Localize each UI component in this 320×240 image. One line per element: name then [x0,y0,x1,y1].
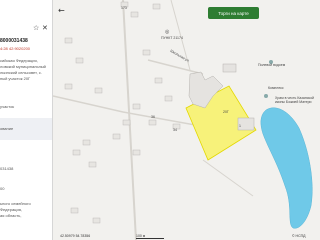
house [72,149,81,156]
estate-label: Комплекс [268,86,284,90]
poi-icon: ◎ [165,29,170,35]
star-icon[interactable]: ☆ [33,24,39,32]
address-line-4: ный участок 20Г [0,76,31,81]
house [64,37,73,44]
road [202,159,254,197]
section-code: 00 [0,186,5,191]
cadastral-number: 8000031438 [0,38,28,44]
address-line-2: ловский муниципальный [0,64,46,69]
footer-line-1: ьного семейного [0,201,31,206]
cadastral-subtitle: 4:28 42:9020200 [0,46,31,51]
parcel-label: 20Г [223,110,229,114]
address-line-3: льинский сельсовет, с. [0,70,42,75]
house [154,77,163,84]
house [64,83,73,90]
map-canvas[interactable]: 173 ПУНКТ 21174 ◎ Школьная ул. Полевой в… [53,0,320,240]
house [70,207,79,214]
info-panel: ✕ ☆ 8000031438 4:28 42:9020200 сийская Ф… [0,0,53,240]
address-line-1: сийская Федерация, [0,58,38,63]
parcel-label: 36 [151,115,155,119]
close-icon[interactable]: ✕ [42,24,48,32]
footer-line-2: Федерация, [0,207,22,212]
house [148,119,157,126]
scale-bar [136,238,164,239]
house [88,161,97,168]
parcel-label: 34 [173,128,177,132]
poi-label: ПУНКТ 21174 [161,36,183,40]
pond [260,107,313,229]
section-number: 031438 [0,166,14,171]
house [122,119,131,126]
arrow-left-icon[interactable]: ← [58,7,66,15]
section-usage: ование [0,126,14,131]
footer-line-3: ая область, [0,213,22,218]
house [132,103,141,110]
house [75,57,84,64]
church-label: Храм в честь Казанской иконы Божией Мате… [275,96,315,104]
house [164,95,173,102]
road [147,59,204,75]
house [132,149,141,156]
house [94,87,103,94]
parcel-label: 173 [121,6,127,10]
house [92,217,101,224]
poi-marker [264,94,268,98]
house [142,49,151,56]
house [82,139,91,146]
house [130,11,139,18]
house [152,3,161,10]
pond-label: Полевой водоем [258,63,286,67]
map-drawing [53,0,313,240]
house [112,133,121,140]
auction-map-button[interactable]: Торги на карте [208,7,259,19]
copyright: © НСПД [292,234,306,238]
building [222,63,237,73]
parcel-label: 1 [239,124,241,128]
coordinates-readout: 42.50979 54.78356 [60,234,91,238]
status-bar: 42.50979 54.78356 100 м © НСПД [60,233,320,240]
section-parcel: участок [0,104,15,109]
